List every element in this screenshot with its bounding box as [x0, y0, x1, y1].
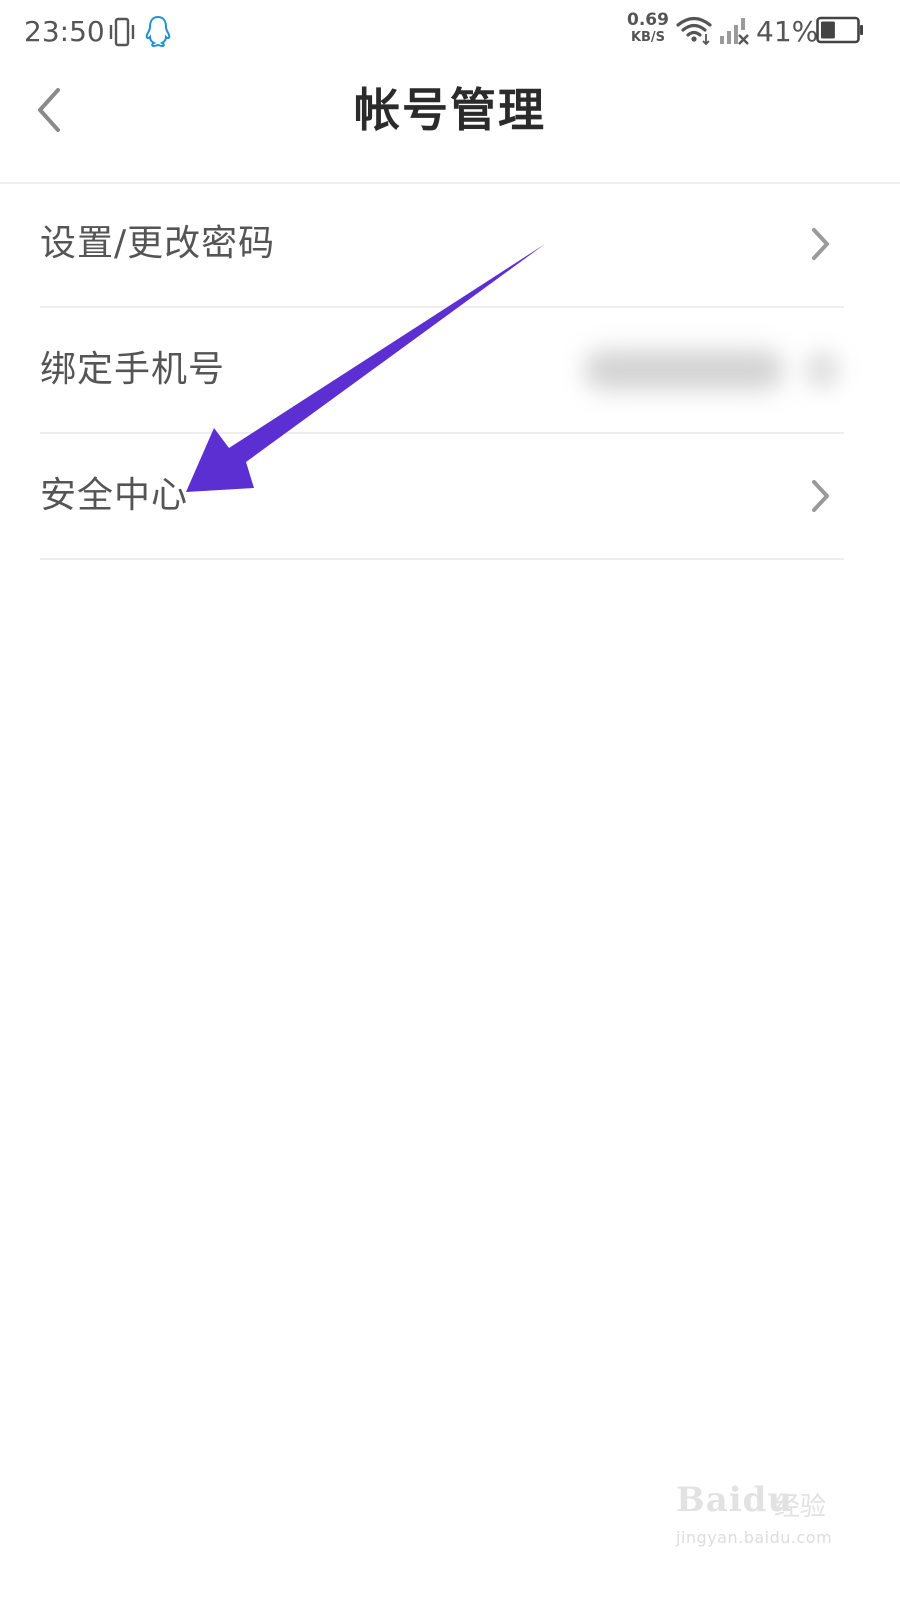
- menu-item-security-center[interactable]: 安全中心: [40, 434, 844, 560]
- battery-percent: 41%: [756, 15, 819, 48]
- watermark-sub: 经验: [774, 1492, 827, 1522]
- watermark-url: jingyan.baidu.com: [676, 1528, 833, 1547]
- wifi-icon: [676, 16, 712, 46]
- menu-list: 设置/更改密码 绑定手机号 安全中心: [0, 182, 900, 560]
- status-bar: 23:50 0.69 KB/S 41%: [0, 0, 900, 64]
- qq-icon: [145, 15, 171, 48]
- menu-item-bind-phone[interactable]: 绑定手机号: [40, 308, 844, 434]
- obscured-phone-number: [584, 350, 784, 390]
- network-speed-unit: KB/S: [630, 30, 666, 45]
- vibrate-icon: [109, 17, 135, 47]
- battery-icon: [816, 16, 863, 44]
- header-bar: 帐号管理: [0, 64, 900, 184]
- screen: 23:50 0.69 KB/S 41% 帐号管理 设置/更改密码 绑定手机号 安…: [0, 0, 900, 1600]
- menu-item-change-password[interactable]: 设置/更改密码: [40, 182, 844, 308]
- network-speed: 0.69 KB/S: [624, 10, 672, 45]
- obscured-chevron-icon: [804, 350, 840, 390]
- chevron-right-icon: [812, 228, 829, 260]
- status-time: 23:50: [24, 15, 105, 48]
- menu-item-label: 安全中心: [40, 475, 189, 516]
- page-title: 帐号管理: [354, 83, 546, 137]
- menu-item-label: 绑定手机号: [40, 349, 226, 390]
- chevron-right-icon: [812, 480, 829, 512]
- menu-item-label: 设置/更改密码: [40, 223, 276, 264]
- signal-icon: [720, 18, 749, 45]
- network-speed-value: 0.69: [627, 10, 669, 30]
- watermark: Baidu 经验 jingyan.baidu.com: [676, 1470, 856, 1560]
